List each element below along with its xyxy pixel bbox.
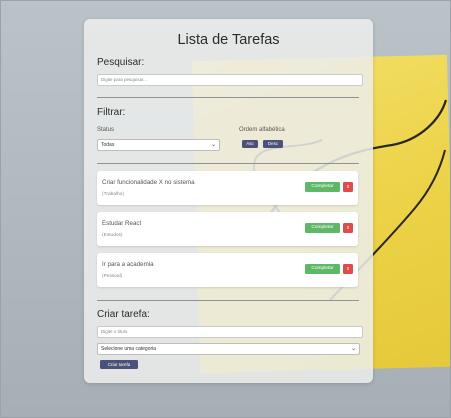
task-title-input[interactable]: Digite o título [97, 326, 363, 338]
page-title: Lista de Tarefas [177, 32, 280, 48]
create-task-button[interactable]: Criar tarefa [100, 360, 138, 369]
sort-desc-button[interactable]: Desc [263, 140, 283, 148]
order-label: Ordem alfabética [239, 127, 285, 133]
status-select-value: Todas [101, 142, 115, 148]
delete-button[interactable]: x [343, 182, 353, 192]
complete-button[interactable]: Completar [305, 182, 340, 192]
task-title: Ir para a academia [102, 261, 154, 268]
category-select[interactable]: Selecione uma categoria ⌄ [97, 343, 360, 355]
complete-button[interactable]: Completar [305, 264, 340, 274]
list-item: Estudar React (Estudos) Completar x [97, 212, 358, 246]
task-title: Estudar React [102, 220, 142, 227]
filter-heading: Filtrar: [97, 107, 126, 118]
sort-asc-button[interactable]: Asc [242, 140, 258, 148]
delete-button[interactable]: x [343, 264, 353, 274]
task-category: (Estudos) [102, 233, 123, 238]
create-heading: Criar tarefa: [97, 309, 150, 320]
delete-button[interactable]: x [343, 223, 353, 233]
category-select-value: Selecione uma categoria [101, 346, 157, 352]
list-item: Criar funcionalidade X no sistema (Traba… [97, 171, 358, 205]
divider [97, 300, 359, 301]
list-item: Ir para a academia (Pessoal) Completar x [97, 253, 358, 287]
task-category: (Trabalho) [102, 192, 124, 197]
chevron-down-icon: ⌄ [350, 346, 356, 352]
search-input[interactable]: Digite para pesquisar... [97, 74, 363, 86]
status-select[interactable]: Todas ⌄ [97, 139, 220, 151]
chevron-down-icon: ⌄ [210, 142, 216, 148]
complete-button[interactable]: Completar [305, 223, 340, 233]
divider [97, 163, 359, 164]
search-heading: Pesquisar: [97, 57, 145, 68]
todo-panel: Lista de Tarefas Pesquisar: Digite para … [84, 19, 373, 383]
task-category: (Pessoal) [102, 274, 123, 279]
divider [97, 97, 359, 98]
status-label: Status [97, 127, 115, 133]
task-title: Criar funcionalidade X no sistema [102, 179, 195, 186]
